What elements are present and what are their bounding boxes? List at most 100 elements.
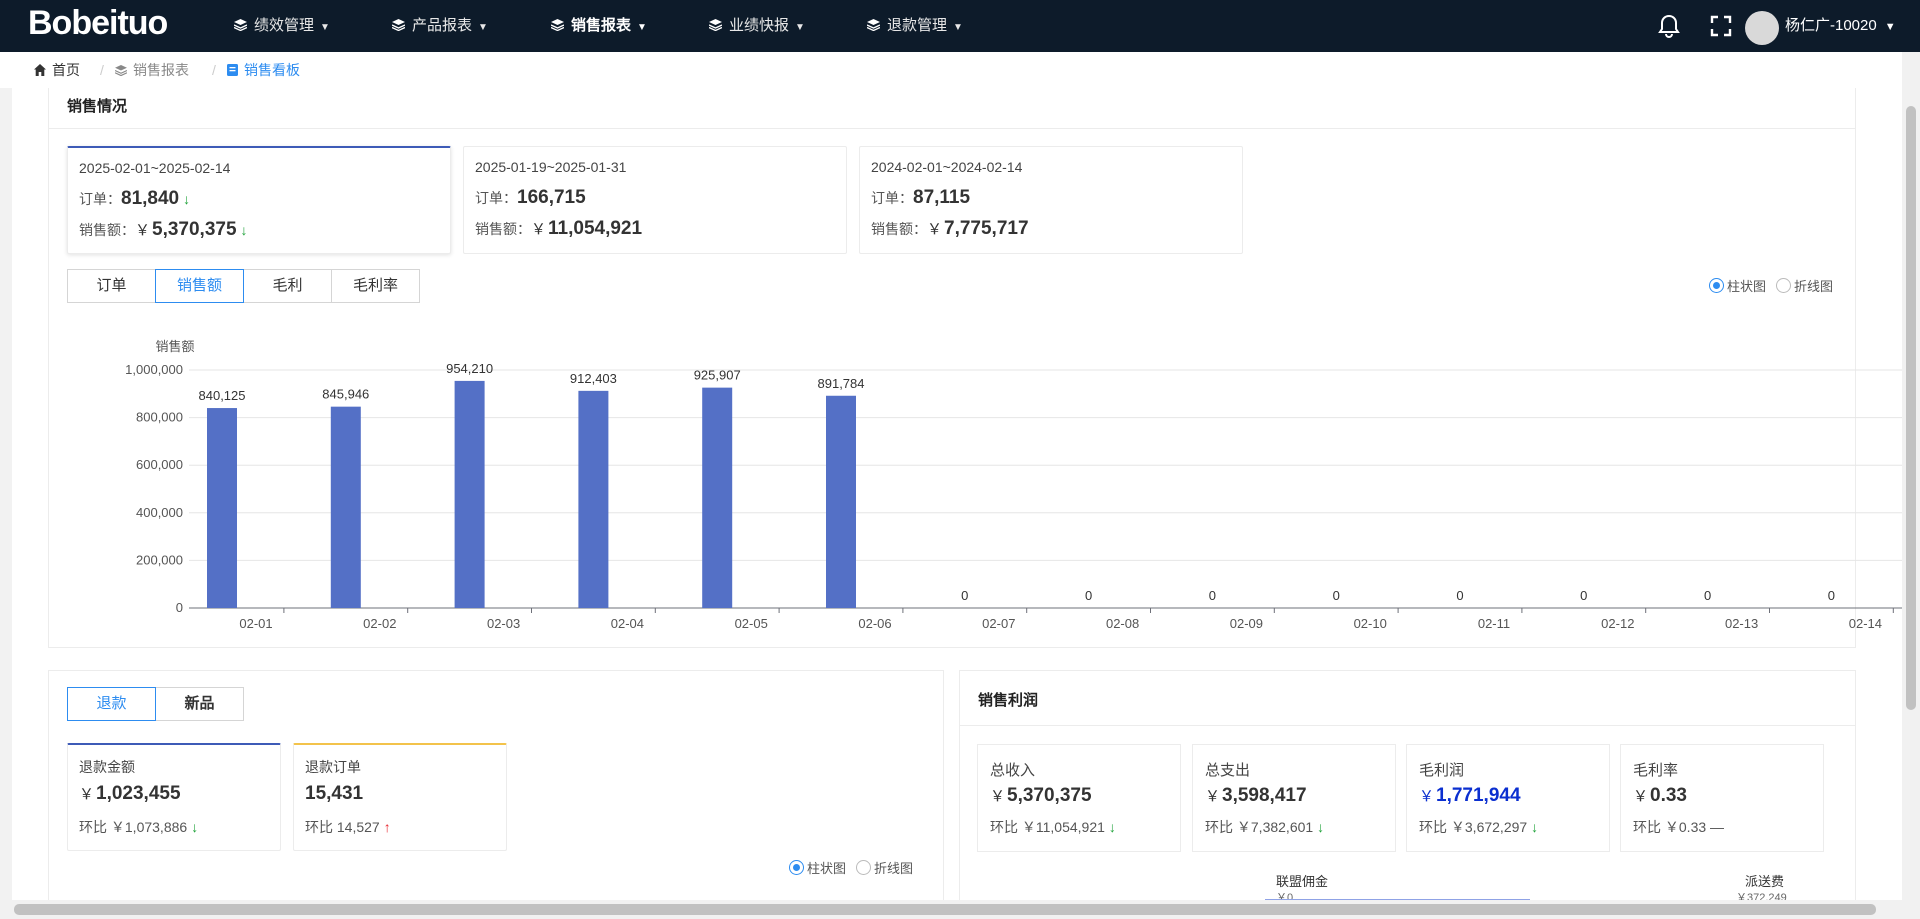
refund-amount-value: 1,023,455 — [96, 783, 181, 804]
nav-item-performance[interactable]: 绩效管理 ▼ — [233, 0, 330, 53]
flat-trend-icon: — — [1710, 819, 1725, 835]
layers-icon — [866, 1, 881, 53]
bell-icon[interactable] — [1656, 13, 1682, 39]
bar — [826, 395, 856, 608]
x-tick-label: 02-12 — [1601, 616, 1634, 631]
bar — [454, 380, 485, 608]
bar-value-label: 954,210 — [446, 361, 493, 376]
nav-label: 退款管理 — [887, 17, 948, 34]
profit-card-total-income: 总收入 ￥ 5,370,375 环比 ￥11,054,921 ↓ — [977, 744, 1181, 852]
chevron-down-icon: ▼ — [795, 22, 805, 33]
arrow-down-icon: ↓ — [1317, 819, 1325, 835]
x-tick-label: 02-03 — [487, 616, 520, 631]
sankey-node-label: 联盟佣金 — [1276, 874, 1329, 889]
x-tick-label: 02-11 — [1478, 616, 1510, 631]
caret-down-icon: ▼ — [1884, 21, 1896, 33]
avatar[interactable] — [1745, 11, 1779, 45]
bar-value-label: 0 — [1828, 588, 1835, 603]
user-menu[interactable]: 杨仁广-10020 ▼ — [1785, 0, 1896, 52]
currency-symbol: ￥ — [79, 786, 95, 803]
x-tick-label: 02-04 — [611, 616, 644, 631]
chevron-down-icon: ▼ — [320, 22, 330, 33]
breadcrumb-separator: / — [100, 62, 104, 78]
card-title: 总收入 — [990, 762, 1036, 779]
bar-value-label: 891,784 — [818, 376, 865, 391]
scrollbar-thumb[interactable] — [1906, 106, 1916, 710]
profit-card-gross-profit: 毛利润 ￥ 1,771,944 环比 ￥3,672,297 ↓ — [1406, 744, 1610, 852]
y-tick-label: 200,000 — [136, 552, 183, 567]
scrollbar-thumb[interactable] — [14, 904, 1876, 915]
bar-value-label: 0 — [1456, 588, 1463, 603]
nav-item-refund-management[interactable]: 退款管理 ▼ — [866, 0, 963, 53]
nav-item-product-report[interactable]: 产品报表 ▼ — [391, 0, 488, 53]
x-tick-label: 02-07 — [982, 616, 1015, 631]
breadcrumb-home[interactable]: 首页 — [34, 52, 80, 88]
nav-item-sales-report[interactable]: 销售报表 ▼ — [550, 0, 647, 53]
horizontal-scrollbar[interactable] — [0, 900, 1902, 919]
refund-amount-card: 退款金额 ￥ 1,023,455 环比 ￥1,073,886 ↓ — [67, 743, 281, 851]
layers-icon — [550, 1, 565, 53]
card-value: 1,771,944 — [1436, 785, 1521, 806]
chevron-down-icon: ▼ — [637, 22, 647, 33]
x-tick-label: 02-05 — [735, 616, 768, 631]
card-value: 5,370,375 — [1007, 785, 1092, 806]
breadcrumb-separator: / — [212, 62, 216, 78]
board-icon — [227, 53, 238, 89]
line-chart-radio[interactable] — [856, 860, 872, 875]
card-title: 总支出 — [1205, 762, 1251, 779]
compare-text: 环比 ￥7,382,601 — [1205, 819, 1314, 835]
card-title: 退款金额 — [79, 759, 135, 775]
card-title: 退款订单 — [305, 759, 361, 775]
profit-card-gross-margin: 毛利率 ￥ 0.33 环比 ￥0.33 — — [1620, 744, 1824, 852]
breadcrumb-home-label: 首页 — [52, 62, 80, 78]
bar — [207, 408, 237, 608]
profit-card-total-expense: 总支出 ￥ 3,598,417 环比 ￥7,382,601 ↓ — [1192, 744, 1396, 852]
tab-sales-amount[interactable]: 销售额 — [155, 269, 244, 303]
bar-chart-radio[interactable] — [789, 860, 804, 875]
tab-refund[interactable]: 退款 — [67, 687, 156, 721]
fullscreen-icon[interactable] — [1708, 13, 1734, 39]
layers-icon — [233, 1, 248, 53]
bar-value-label: 840,125 — [199, 388, 246, 403]
breadcrumb-sales-report[interactable]: 销售报表 — [114, 52, 189, 89]
currency-symbol: ￥ — [1419, 788, 1435, 805]
bar-value-label: 0 — [1209, 588, 1216, 603]
refund-panel: 退款 新品 退款金额 ￥ 1,023,455 环比 ￥1,073,886 ↓ 退款订… — [48, 670, 944, 900]
brand-logo[interactable]: Bobeituo — [28, 4, 168, 43]
arrow-up-icon: ↑ — [383, 819, 391, 835]
currency-symbol: ￥ — [1633, 788, 1649, 805]
x-tick-label: 02-02 — [363, 616, 396, 631]
nav-item-quick-report[interactable]: 业绩快报 ▼ — [708, 0, 805, 52]
main-content: 销售情况 2025-02-01~2025-02-14 订单：81,840 ↓ 销售… — [12, 88, 1902, 900]
tab-new-product[interactable]: 新品 — [155, 687, 244, 721]
bar — [330, 406, 361, 608]
chevron-down-icon: ▼ — [953, 22, 963, 33]
sales-bar-chart: 销售额 0 200,000 400,000 600,000 800,000 1,000,00… — [125, 339, 1902, 631]
x-tick-label: 02-09 — [1230, 616, 1263, 631]
layers-icon — [114, 53, 128, 89]
panel-divider — [960, 725, 1855, 726]
arrow-down-icon: ↓ — [191, 819, 199, 835]
radio-label: 折线图 — [874, 861, 914, 876]
compare-label: 环比 — [305, 819, 333, 835]
nav-label: 销售报表 — [571, 17, 632, 34]
bar — [702, 387, 733, 608]
bar-value-label: 0 — [961, 588, 968, 603]
top-nav-bar: Bobeituo 绩效管理 ▼ 产品报表 ▼ 销售报表 ▼ 业绩快报 ▼ 退款管理 ▼ 杨… — [0, 0, 1920, 52]
refund-orders-card: 退款订单 15,431 环比 14,527 ↑ — [293, 743, 507, 851]
user-name: 杨仁广-10020 — [1785, 17, 1877, 34]
radio-label: 柱状图 — [807, 861, 847, 876]
x-tick-label: 02-01 — [239, 616, 272, 631]
vertical-scrollbar[interactable] — [1902, 52, 1920, 919]
refund-tabs: 退款 新品 — [67, 687, 244, 721]
compare-value: 14,527 — [336, 819, 380, 835]
card-title: 毛利润 — [1419, 762, 1465, 779]
bar-value-label: 0 — [1333, 588, 1340, 603]
bar-value-label: 0 — [1085, 588, 1092, 603]
bar-value-label: 925,907 — [694, 368, 741, 383]
card-value: 3,598,417 — [1222, 785, 1307, 806]
compare-text: 环比 ￥11,054,921 — [990, 819, 1105, 835]
layers-icon — [391, 1, 406, 53]
panel-title: 销售利润 — [978, 692, 1039, 709]
bar-value-label: 0 — [1704, 588, 1711, 603]
